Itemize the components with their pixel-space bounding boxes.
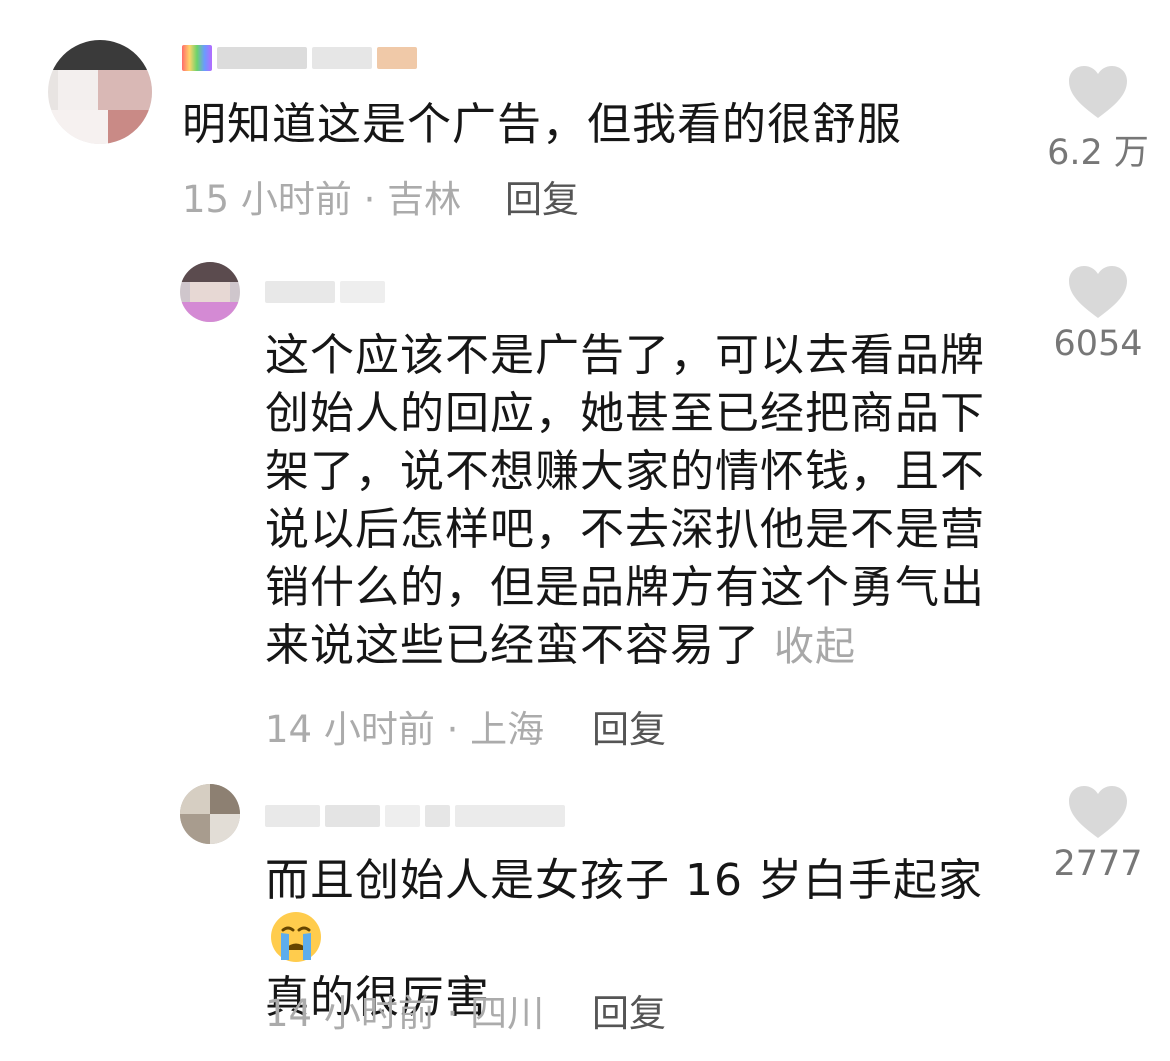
reply-item: 这个应该不是广告了，可以去看品牌创始人的回应，她甚至已经把商品下架了，说不想赚大… [0, 240, 1170, 760]
comment-thread: 明知道这是个广告，但我看的很舒服 15 小时前 · 吉林 回复 6.2 万 这个… [0, 0, 1170, 1061]
comment-item: 明知道这是个广告，但我看的很舒服 15 小时前 · 吉林 回复 6.2 万 [0, 0, 1170, 240]
comment-meta: 14 小时前 · 上海 [265, 708, 545, 751]
comment-text-content: 而且创始人是女孩子 16 岁白手起家 [265, 855, 983, 906]
crying-face-icon [271, 912, 321, 962]
username-blurred[interactable] [265, 272, 390, 312]
reply-item: 而且创始人是女孩子 16 岁白手起家 真的很厉害 14 小时前 · 四川 回复 … [0, 760, 1170, 1060]
collapse-button[interactable]: 收起 [774, 624, 856, 670]
comment-meta: 14 小时前 · 四川 [265, 992, 545, 1035]
reply-button[interactable]: 回复 [505, 178, 579, 222]
like-button[interactable]: 6054 [1038, 264, 1158, 364]
reply-button[interactable]: 回复 [592, 708, 666, 752]
comment-text: 明知道这是个广告，但我看的很舒服 [182, 99, 902, 150]
heart-icon [1069, 266, 1127, 318]
heart-icon [1069, 786, 1127, 838]
like-count: 6054 [1053, 324, 1143, 364]
like-count: 2777 [1053, 844, 1143, 884]
comment-meta: 15 小时前 · 吉林 [182, 178, 462, 221]
heart-icon [1069, 66, 1127, 118]
avatar[interactable] [180, 262, 240, 322]
username-blurred[interactable] [182, 38, 422, 78]
like-count: 6.2 万 [1047, 133, 1149, 173]
like-button[interactable]: 2777 [1038, 784, 1158, 884]
comment-text-content: 这个应该不是广告了，可以去看品牌创始人的回应，她甚至已经把商品下架了，说不想赚大… [265, 330, 985, 671]
username-blurred[interactable] [265, 796, 570, 836]
avatar[interactable] [48, 40, 152, 144]
avatar[interactable] [180, 784, 240, 844]
comment-text: 这个应该不是广告了，可以去看品牌创始人的回应，她甚至已经把商品下架了，说不想赚大… [265, 327, 995, 676]
reply-button[interactable]: 回复 [592, 992, 666, 1036]
like-button[interactable]: 6.2 万 [1038, 64, 1158, 175]
